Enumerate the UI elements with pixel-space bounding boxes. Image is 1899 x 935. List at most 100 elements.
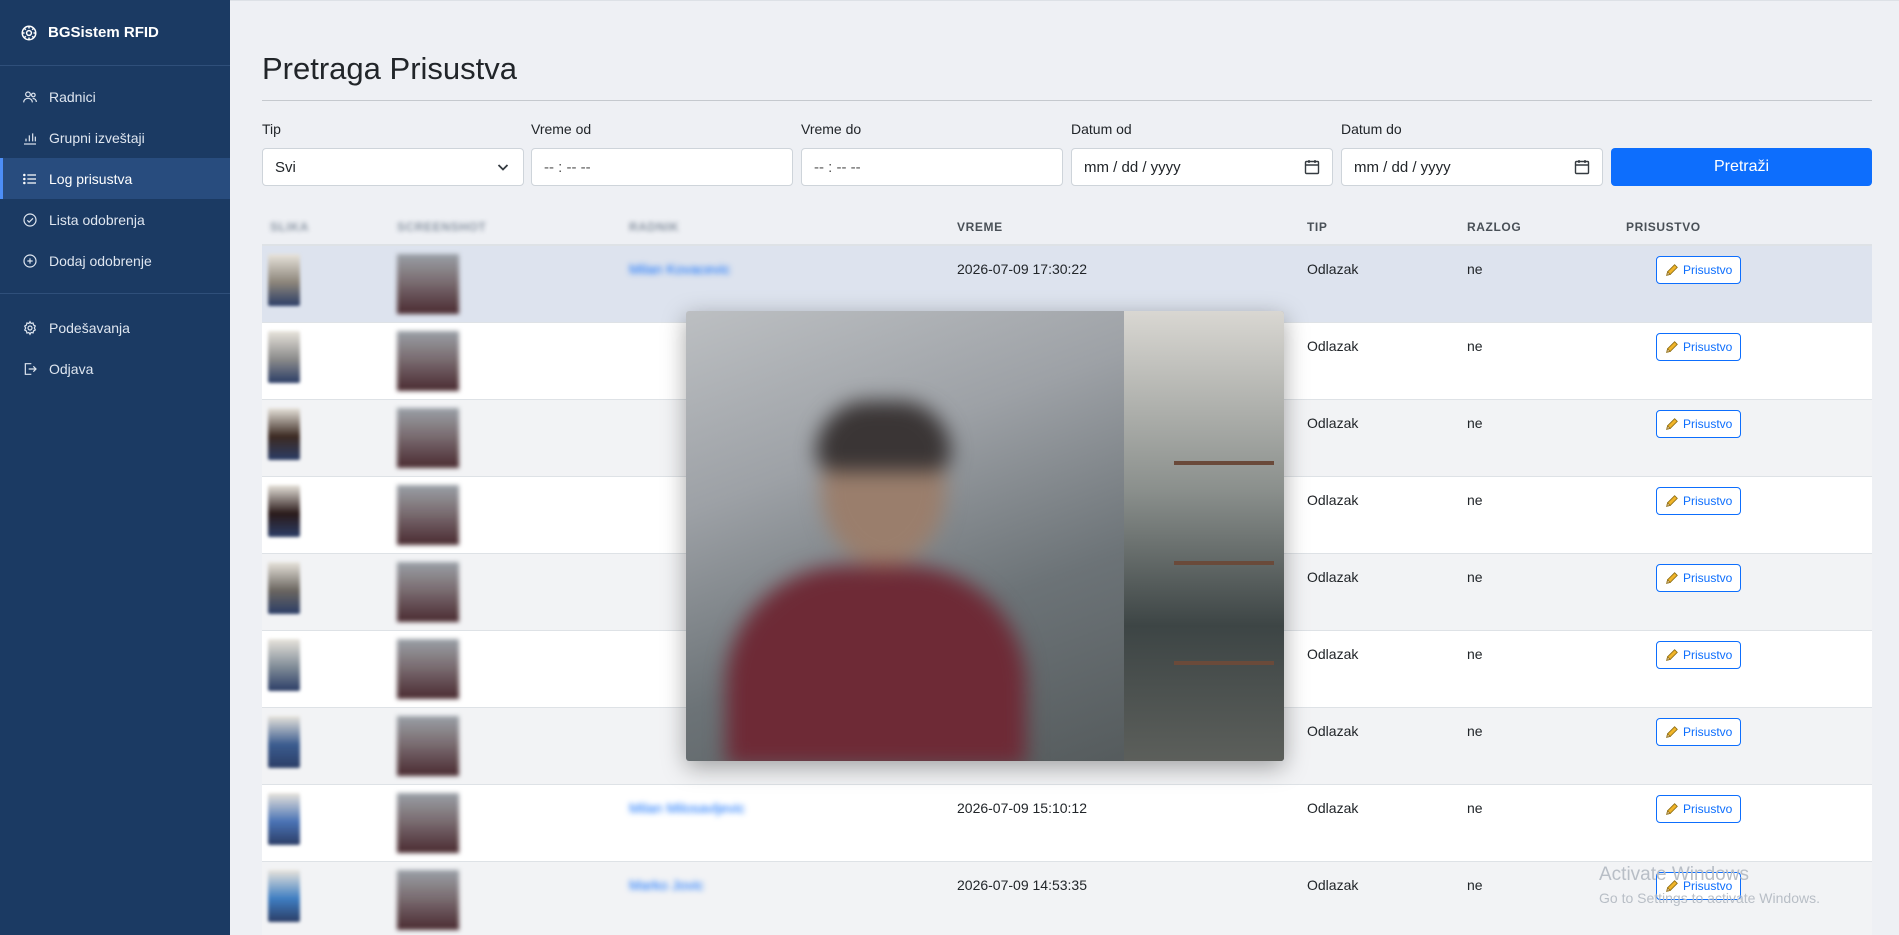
sidebar-item-label: Log prisustva (49, 170, 133, 187)
screenshot-thumbnail[interactable] (397, 793, 459, 853)
preview-shelf (1174, 461, 1274, 465)
tip-select-value: Svi (275, 158, 296, 176)
vreme-od-input[interactable]: -- : -- -- (531, 148, 793, 186)
screenshot-thumbnail[interactable] (397, 639, 459, 699)
sidebar-item-label: Odjava (49, 360, 94, 377)
prisustvo-button-label: Prisustvo (1683, 725, 1733, 739)
pencil-icon (1666, 803, 1678, 815)
watermark-subtitle: Go to Settings to activate Windows. (1599, 890, 1820, 906)
vreme-do-input[interactable]: -- : -- -- (801, 148, 1063, 186)
prisustvo-button[interactable]: Prisustvo (1656, 410, 1742, 438)
worker-photo[interactable] (268, 639, 300, 691)
sidebar-item-grupni-izvestaji[interactable]: Grupni izveštaji (0, 117, 230, 158)
sidebar-item-label: Radnici (49, 88, 96, 105)
datum-do-input[interactable]: mm / dd / yyyy (1341, 148, 1603, 186)
sidebar-nav: Radnici Grupni izveštaji Log prisustva L… (0, 66, 230, 389)
screenshot-thumbnail[interactable] (397, 254, 459, 314)
razlog-cell: ne (1467, 569, 1483, 585)
prisustvo-button[interactable]: Prisustvo (1656, 487, 1742, 515)
screenshot-thumbnail[interactable] (397, 562, 459, 622)
worker-link[interactable]: Milan Milosavljevic (629, 800, 745, 816)
preview-shelf (1174, 661, 1274, 665)
pencil-icon (1666, 341, 1678, 353)
worker-link[interactable]: Marko Jovic (629, 877, 704, 893)
vreme-cell: 2026-07-09 17:30:22 (957, 261, 1087, 277)
calendar-icon[interactable] (1304, 159, 1320, 175)
gear-icon (23, 320, 37, 336)
tip-cell: Odlazak (1307, 338, 1359, 354)
tip-cell: Odlazak (1307, 261, 1359, 277)
screenshot-thumbnail[interactable] (397, 870, 459, 930)
sidebar-item-radnici[interactable]: Radnici (0, 76, 230, 117)
prisustvo-button-label: Prisustvo (1683, 340, 1733, 354)
datum-do-value: mm / dd / yyyy (1354, 158, 1451, 176)
razlog-cell: ne (1467, 492, 1483, 508)
worker-photo[interactable] (268, 408, 300, 460)
screenshot-thumbnail[interactable] (397, 408, 459, 468)
header-tip: TIP (1307, 220, 1328, 234)
sidebar-divider (0, 293, 230, 294)
sidebar-item-label: Podešavanja (49, 319, 130, 336)
datum-od-input[interactable]: mm / dd / yyyy (1071, 148, 1333, 186)
pencil-icon (1666, 418, 1678, 430)
worker-photo[interactable] (268, 331, 300, 383)
worker-photo[interactable] (268, 870, 300, 922)
worker-photo[interactable] (268, 485, 300, 537)
calendar-icon[interactable] (1574, 159, 1590, 175)
search-button[interactable]: Pretraži (1611, 148, 1872, 186)
worker-link[interactable]: Milan Kovacevic (629, 261, 730, 277)
table-header: SLIKA SCREENSHOT RADNIK VREME TIP RAZLOG… (262, 211, 1872, 246)
vreme-od-value: -- : -- -- (544, 158, 591, 176)
sidebar-item-odjava[interactable]: Odjava (0, 348, 230, 389)
list-icon (23, 173, 36, 184)
filter-form: Tip Svi Vreme od -- : -- -- Vreme do -- … (262, 121, 1872, 187)
header-vreme: VREME (957, 220, 1003, 234)
razlog-cell: ne (1467, 338, 1483, 354)
tip-select[interactable]: Svi (262, 148, 524, 186)
table-row: Milan Milosavljevic 2026-07-09 15:10:12 Od… (262, 785, 1872, 862)
sidebar: BGSistem RFID Radnici Grupni izveštaji L… (0, 0, 230, 935)
screenshot-preview-popup (686, 311, 1284, 761)
prisustvo-button[interactable]: Prisustvo (1656, 718, 1742, 746)
preview-person-hair (816, 401, 951, 471)
vreme-do-value: -- : -- -- (814, 158, 861, 176)
gear-icon (21, 25, 37, 40)
preview-background-shelves (1124, 311, 1284, 761)
prisustvo-button[interactable]: Prisustvo (1656, 333, 1742, 361)
sidebar-item-lista-odobrenja[interactable]: Lista odobrenja (0, 199, 230, 240)
brand[interactable]: BGSistem RFID (0, 0, 230, 66)
header-radnik: RADNIK (629, 220, 680, 234)
prisustvo-button[interactable]: Prisustvo (1656, 256, 1742, 284)
watermark-title: Activate Windows (1599, 864, 1749, 885)
prisustvo-button[interactable]: Prisustvo (1656, 641, 1742, 669)
prisustvo-button-label: Prisustvo (1683, 571, 1733, 585)
tip-cell: Odlazak (1307, 492, 1359, 508)
prisustvo-button-label: Prisustvo (1683, 802, 1733, 816)
sidebar-item-label: Grupni izveštaji (49, 129, 145, 146)
razlog-cell: ne (1467, 646, 1483, 662)
sidebar-item-log-prisustva[interactable]: Log prisustva (0, 158, 230, 199)
users-icon (23, 90, 37, 102)
prisustvo-button[interactable]: Prisustvo (1656, 564, 1742, 592)
worker-photo[interactable] (268, 716, 300, 768)
screenshot-thumbnail[interactable] (397, 331, 459, 391)
worker-photo[interactable] (268, 562, 300, 614)
razlog-cell: ne (1467, 415, 1483, 431)
worker-photo[interactable] (268, 254, 300, 306)
prisustvo-button[interactable]: Prisustvo (1656, 795, 1742, 823)
main-content: Pretraga Prisustva Tip Svi Vreme od -- :… (230, 0, 1899, 935)
sidebar-item-podesavanja[interactable]: Podešavanja (0, 307, 230, 348)
windows-activation-watermark: Activate Windows Go to Settings to activ… (1599, 864, 1820, 906)
vreme-do-label: Vreme do (801, 121, 862, 137)
prisustvo-button-label: Prisustvo (1683, 417, 1733, 431)
preview-shelf (1174, 561, 1274, 565)
worker-photo[interactable] (268, 793, 300, 845)
pencil-icon (1666, 495, 1678, 507)
pencil-icon (1666, 726, 1678, 738)
prisustvo-button-label: Prisustvo (1683, 648, 1733, 662)
sidebar-item-dodaj-odobrenje[interactable]: Dodaj odobrenje (0, 240, 230, 281)
title-divider (262, 100, 1872, 101)
screenshot-thumbnail[interactable] (397, 716, 459, 776)
tip-cell: Odlazak (1307, 723, 1359, 739)
screenshot-thumbnail[interactable] (397, 485, 459, 545)
